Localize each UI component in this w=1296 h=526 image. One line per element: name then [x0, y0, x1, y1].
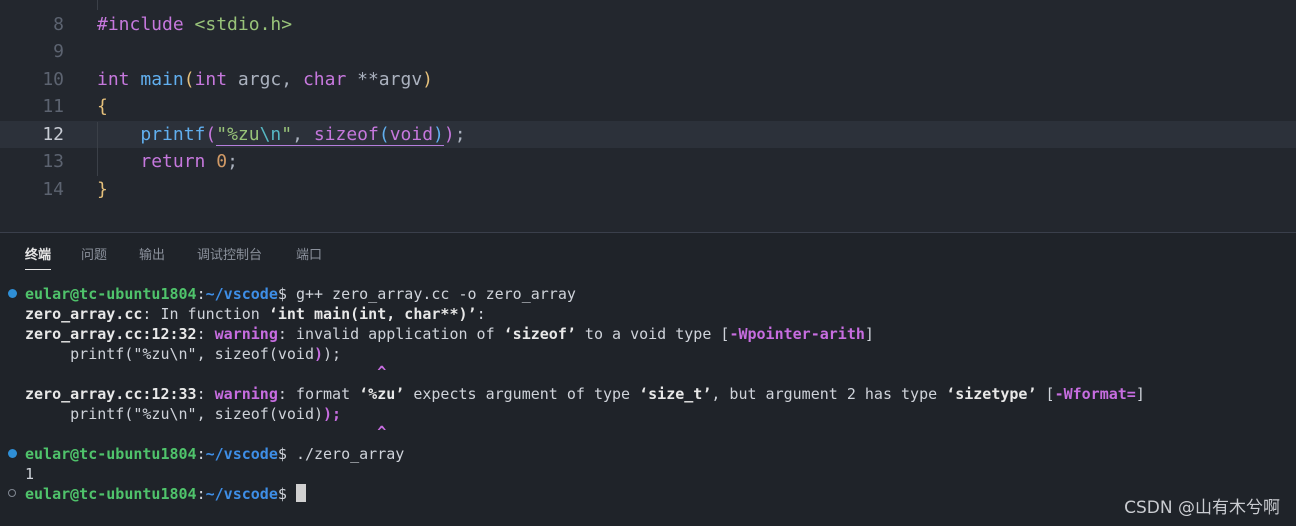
code-text: { — [97, 96, 108, 117]
code-line-14[interactable]: 14 } — [0, 176, 1296, 203]
terminal-line: printf("%zu\n", sizeof(void)); — [25, 405, 342, 423]
code-editor[interactable]: 8 #include <stdio.h> 9 10 int main(int a… — [0, 0, 1296, 232]
panel-tabs: 终端 问题 输出 调试控制台 端口 — [0, 240, 1296, 272]
code-text: int main(int argc, char **argv) — [97, 69, 433, 90]
line-number: 13 — [42, 151, 64, 172]
code-line-8[interactable]: 8 #include <stdio.h> — [0, 11, 1296, 38]
line-number: 11 — [42, 96, 64, 117]
terminal-line: ^ — [377, 423, 387, 441]
terminal-line: eular@tc-ubuntu1804:~/vscode$ — [25, 484, 306, 504]
tab-terminal[interactable]: 终端 — [25, 240, 52, 272]
code-text: return 0; — [140, 151, 238, 172]
command-success-dot-icon[interactable] — [8, 449, 17, 458]
line-number: 12 — [42, 124, 64, 145]
code-text: } — [97, 179, 108, 200]
code-line-13[interactable]: 13 return 0; — [0, 148, 1296, 175]
command-pending-dot-icon[interactable] — [8, 489, 16, 497]
panel-divider[interactable] — [0, 232, 1296, 233]
terminal-line: eular@tc-ubuntu1804:~/vscode$ ./zero_arr… — [25, 445, 405, 463]
tab-output[interactable]: 输出 — [139, 240, 165, 272]
warning-squiggle: "%zu\n", sizeof(void) — [216, 124, 444, 146]
indent-guide — [97, 122, 98, 176]
line-number: 9 — [53, 41, 64, 62]
tab-ports[interactable]: 端口 — [296, 240, 322, 272]
indent-guide — [97, 0, 98, 10]
tab-problems[interactable]: 问题 — [81, 240, 107, 272]
terminal-line: zero_array.cc:12:32: warning: invalid ap… — [25, 325, 874, 343]
terminal-line: printf("%zu\n", sizeof(void)); — [25, 345, 342, 363]
code-line-12[interactable]: 12 printf("%zu\n", sizeof(void)); — [0, 121, 1296, 148]
watermark: CSDN @山有木兮啊 — [1124, 498, 1280, 518]
code-text: #include <stdio.h> — [97, 14, 293, 35]
line-number: 8 — [53, 14, 64, 35]
terminal-line: eular@tc-ubuntu1804:~/vscode$ g++ zero_a… — [25, 285, 576, 303]
terminal[interactable]: eular@tc-ubuntu1804:~/vscode$ g++ zero_a… — [0, 283, 1296, 526]
code-line-10[interactable]: 10 int main(int argc, char **argv) — [0, 66, 1296, 93]
line-number: 14 — [42, 179, 64, 200]
terminal-line: zero_array.cc:12:33: warning: format ‘%z… — [25, 385, 1145, 403]
code-line-11[interactable]: 11 { — [0, 93, 1296, 120]
terminal-line: ^ — [377, 363, 387, 381]
terminal-line: 1 — [25, 465, 35, 483]
line-number: 10 — [42, 69, 64, 90]
command-success-dot-icon[interactable] — [8, 289, 17, 298]
terminal-cursor[interactable] — [295, 484, 306, 502]
terminal-line: zero_array.cc: In function ‘int main(int… — [25, 305, 486, 323]
tab-debug-console[interactable]: 调试控制台 — [197, 240, 262, 272]
code-line-9[interactable]: 9 — [0, 38, 1296, 65]
code-text: printf("%zu\n", sizeof(void)); — [140, 124, 466, 146]
